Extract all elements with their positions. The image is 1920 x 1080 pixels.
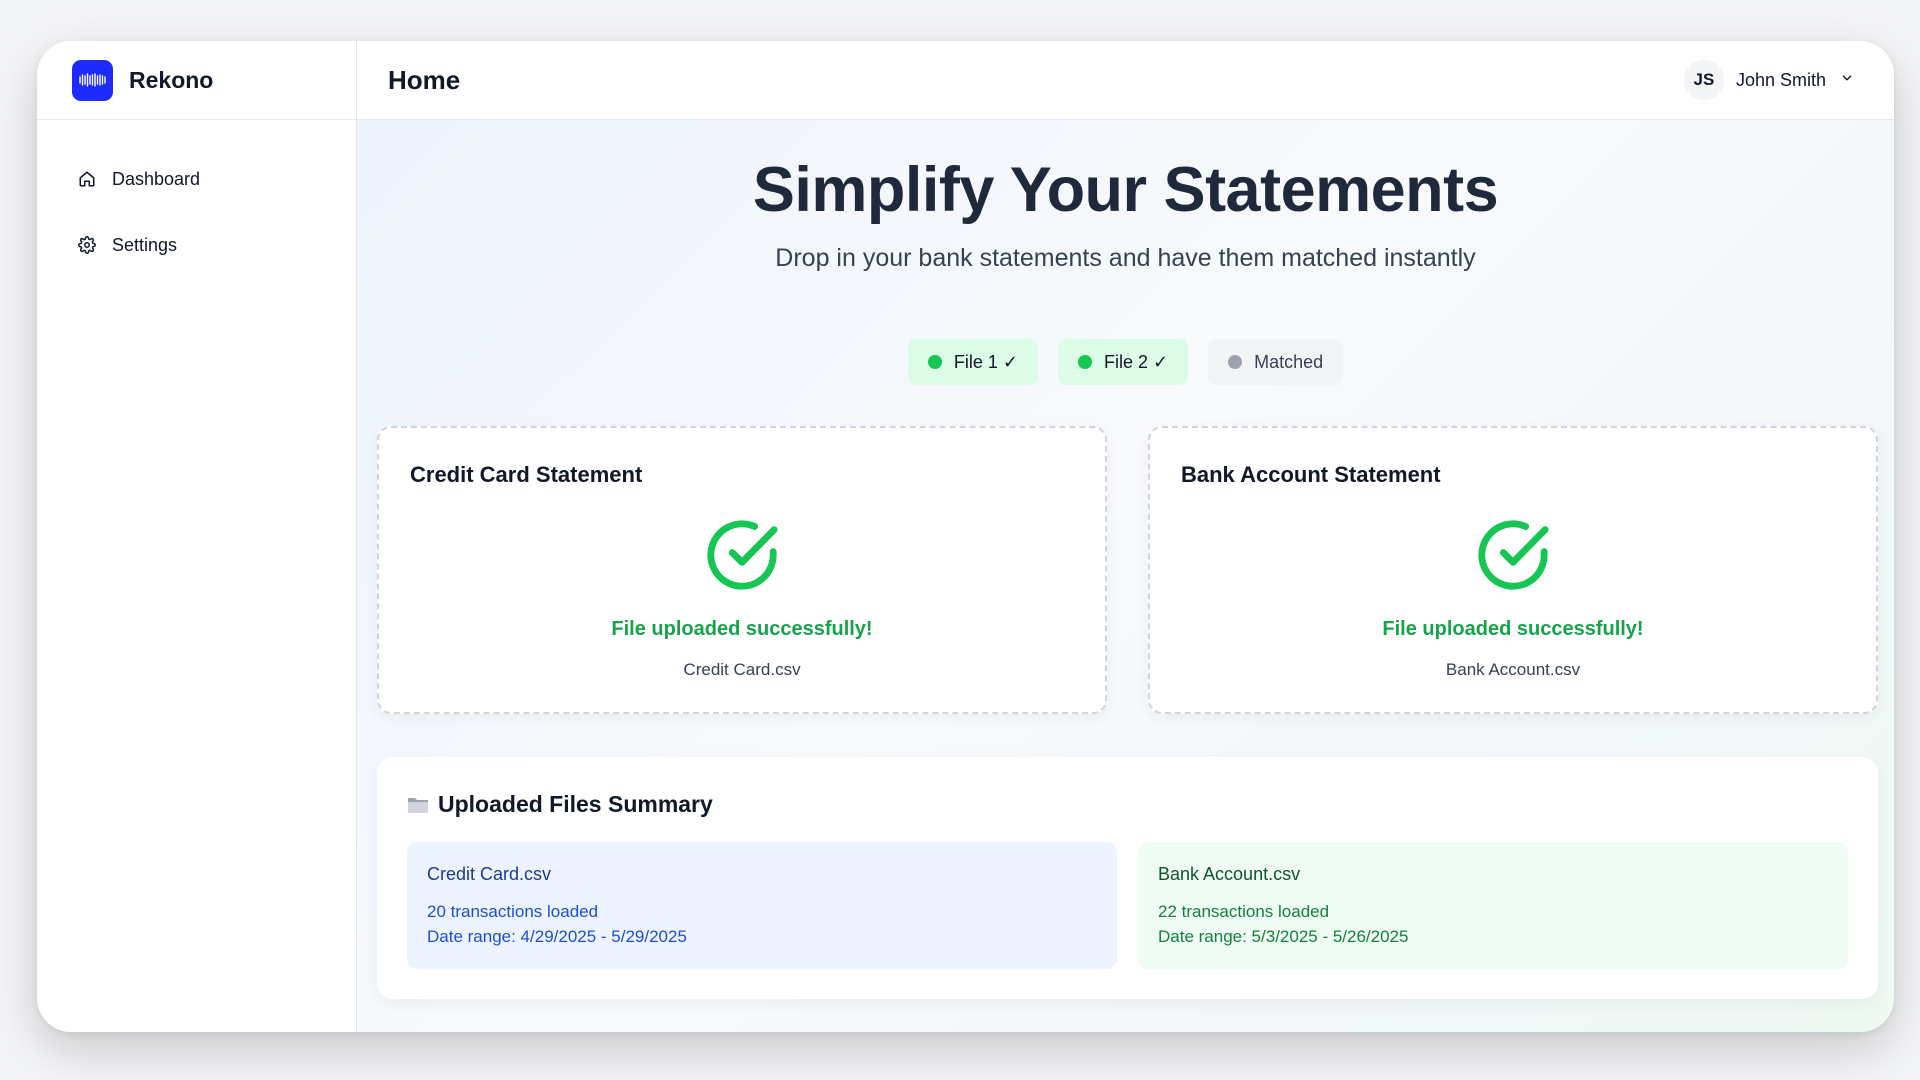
summary-card-credit-card: Credit Card.csv 20 transactions loaded D…	[407, 842, 1117, 969]
upload-success-text: File uploaded successfully!	[1382, 618, 1644, 640]
sidebar-item-label: Dashboard	[112, 168, 201, 189]
user-name: John Smith	[1735, 69, 1826, 90]
step-file-2: File 2 ✓	[1057, 339, 1189, 385]
credit-card-upload-dropzone[interactable]: Credit Card Statement File uploaded succ…	[377, 426, 1107, 714]
status-dot-icon	[1228, 355, 1243, 369]
upload-success-text: File uploaded successfully!	[611, 618, 873, 640]
sidebar-item-settings[interactable]: Settings	[37, 226, 356, 264]
summary-transactions: 20 transactions loaded	[427, 902, 599, 921]
step-file-1: File 1 ✓	[907, 339, 1038, 385]
summary-title: Uploaded Files Summary	[438, 791, 713, 817]
sidebar-nav: Dashboard Settings	[37, 120, 356, 264]
home-icon	[77, 169, 97, 189]
summary-transactions: 22 transactions loaded	[1158, 902, 1330, 921]
status-dot-icon	[1077, 355, 1092, 369]
summary-date-range: Date range: 5/3/2025 - 5/26/2025	[1158, 927, 1409, 946]
summary-heading: Uploaded Files Summary	[407, 791, 713, 818]
page-title: Home	[388, 64, 461, 95]
check-circle-icon	[1474, 516, 1552, 599]
summary-card-bank-account: Bank Account.csv 22 transactions loaded …	[1138, 842, 1848, 969]
progress-steps: File 1 ✓ File 2 ✓ Matched	[357, 339, 1894, 385]
content: Simplify Your Statements Drop in your ba…	[357, 120, 1894, 1032]
avatar: JS	[1683, 60, 1724, 100]
folder-icon	[407, 795, 429, 815]
app-window: Rekono Dashboard Settings Home JS John S…	[37, 41, 1894, 1032]
topbar: Home JS John Smith	[357, 41, 1894, 120]
hero-subtitle: Drop in your bank statements and have th…	[775, 244, 1476, 272]
brand-logo-icon	[72, 59, 113, 101]
summary-date-range: Date range: 4/29/2025 - 5/29/2025	[427, 927, 687, 946]
sidebar: Rekono Dashboard Settings	[37, 41, 357, 1032]
chevron-down-icon	[1840, 71, 1854, 90]
brand-name: Rekono	[129, 66, 214, 93]
check-circle-icon	[703, 516, 781, 599]
card-title: Credit Card Statement	[410, 462, 643, 487]
uploaded-file-name: Bank Account.csv	[1445, 660, 1581, 679]
user-menu[interactable]: JS John Smith	[1683, 60, 1854, 100]
step-label: File 1 ✓	[953, 351, 1018, 372]
uploaded-files-summary: Uploaded Files Summary Credit Card.csv 2…	[377, 757, 1878, 999]
summary-file-name: Credit Card.csv	[427, 864, 552, 884]
uploaded-file-name: Credit Card.csv	[683, 660, 801, 679]
bank-account-upload-dropzone[interactable]: Bank Account Statement File uploaded suc…	[1148, 426, 1878, 714]
sidebar-item-dashboard[interactable]: Dashboard	[37, 160, 356, 198]
hero-title: Simplify Your Statements	[752, 155, 1499, 225]
summary-file-name: Bank Account.csv	[1158, 864, 1301, 884]
main-area: Home JS John Smith Simplify Your Stateme…	[357, 41, 1894, 1032]
sidebar-item-label: Settings	[112, 234, 178, 255]
gear-icon	[77, 235, 97, 255]
step-matched: Matched	[1208, 339, 1344, 385]
step-label: Matched	[1254, 351, 1324, 372]
status-dot-icon	[927, 355, 942, 369]
card-title: Bank Account Statement	[1181, 462, 1441, 487]
step-label: File 2 ✓	[1103, 351, 1169, 372]
brand[interactable]: Rekono	[37, 41, 356, 120]
